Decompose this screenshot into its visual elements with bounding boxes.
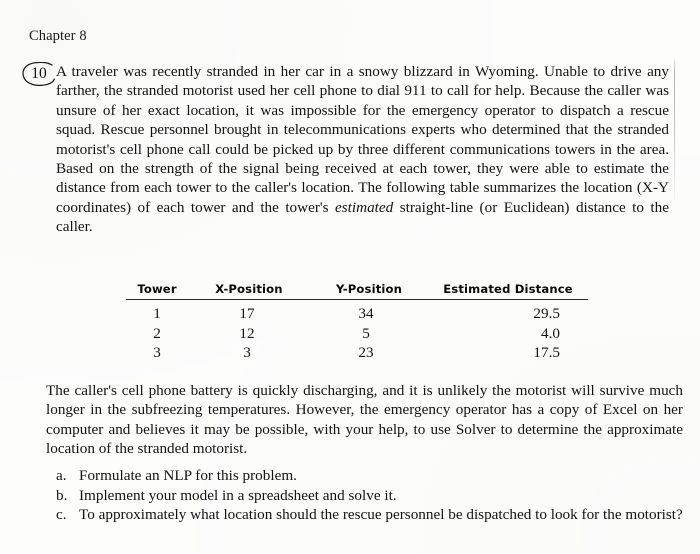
problem-number-value: 10 [31,65,47,82]
table-row: 2 12 5 4.0 [126,324,588,344]
running-head-chapter: Chapter 8 [29,28,87,44]
cell-distance: 29.5 [533,305,560,322]
problem-paragraph-1: A traveler was recently stranded in her … [56,62,669,237]
cell-tower: 3 [153,344,161,362]
cell-x: 17 [239,305,255,322]
table-row: 1 17 34 29.5 [126,300,588,324]
list-item-marker: c. [56,506,67,524]
problem-paragraph-2: The caller's cell phone battery is quick… [46,382,683,458]
problem-number-circled: 10 [22,62,56,86]
table-header: Tower X-Position Y-Position Estimated Di… [126,282,588,300]
cell-x: 3 [243,344,251,362]
list-item-marker: b. [56,486,68,504]
document-page: Chapter 8 10 A traveler was recently str… [0,0,700,554]
tower-data-table: Tower X-Position Y-Position Estimated Di… [126,282,588,363]
list-item-text: Implement your model in a spreadsheet an… [79,486,397,504]
column-header-distance: Estimated Distance [428,282,588,300]
column-header-x: X-Position [188,282,310,300]
sub-questions-list: a. Formulate an NLP for this problem. b. I… [56,466,683,525]
cell-y: 5 [362,324,370,342]
problem-paragraph-1-emphasis: estimated [335,198,394,216]
cell-x: 12 [239,324,255,342]
list-item-text: To approximately what location should th… [79,506,683,524]
list-item: a. Formulate an NLP for this problem. [56,466,683,486]
table-body: 1 17 34 29.5 2 12 5 4.0 3 3 23 17.5 [126,300,588,363]
scan-artifact-line [674,55,675,205]
cell-tower: 2 [153,324,161,342]
list-item: b. Implement your model in a spreadsheet … [56,486,683,506]
cell-tower: 1 [153,305,161,322]
cell-y: 34 [358,305,374,322]
list-item-marker: a. [56,467,67,484]
list-item: c. To approximately what location should … [56,505,683,525]
cell-y: 23 [358,344,374,362]
cell-distance: 4.0 [541,324,560,342]
column-header-y: Y-Position [310,282,428,300]
table-header-row: Tower X-Position Y-Position Estimated Di… [126,282,588,300]
list-item-text: Formulate an NLP for this problem. [79,467,297,484]
cell-distance: 17.5 [533,344,560,362]
table-row: 3 3 23 17.5 [126,343,588,363]
column-header-tower: Tower [126,282,188,300]
problem-paragraph-1-text: A traveler was recently stranded in her … [56,63,669,216]
